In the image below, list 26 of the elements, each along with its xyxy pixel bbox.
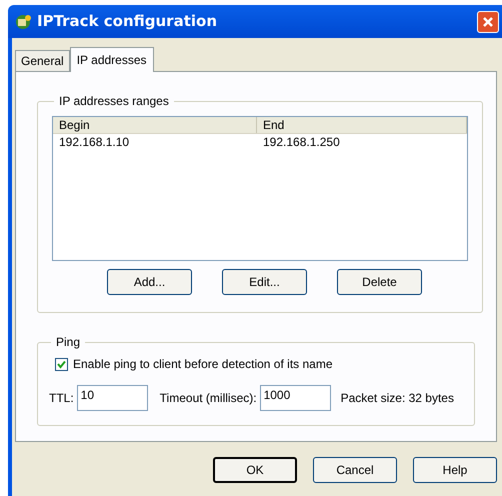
check-icon — [57, 360, 66, 368]
field-label: Timeout (millisec): — [160, 390, 257, 407]
dialog-button[interactable]: OK — [213, 457, 297, 483]
column-header[interactable]: End — [257, 117, 467, 133]
tab[interactable]: IP addresses — [70, 47, 154, 72]
checkbox-label: Enable ping to client before detection of its name — [73, 356, 332, 373]
column-header[interactable]: Begin — [53, 117, 257, 133]
timeout-field[interactable]: 1000 — [260, 385, 331, 411]
ttl-field[interactable]: 10 — [76, 385, 148, 411]
group-title: IP addresses ranges — [58, 93, 170, 110]
tab[interactable]: General — [15, 50, 70, 71]
window-title: IPTrack configuration — [37, 11, 217, 32]
app-icon — [14, 12, 32, 30]
range-button[interactable]: Edit... — [222, 269, 307, 295]
packet-size-text: Packet size: 32 bytes — [340, 390, 454, 407]
close-button[interactable] — [477, 10, 499, 32]
range-button[interactable]: Delete — [337, 269, 422, 295]
field-label: TTL: — [49, 390, 74, 407]
table-cell-text: 192.168.1.10 — [58, 134, 130, 150]
group-title: Ping — [55, 334, 82, 351]
dialog-button[interactable]: Help — [413, 457, 497, 483]
dialog-button[interactable]: Cancel — [313, 457, 397, 483]
table-cell-text: 192.168.1.250 — [262, 134, 341, 150]
close-icon — [482, 16, 494, 28]
range-button[interactable]: Add... — [107, 269, 192, 295]
checkbox[interactable] — [55, 358, 68, 370]
